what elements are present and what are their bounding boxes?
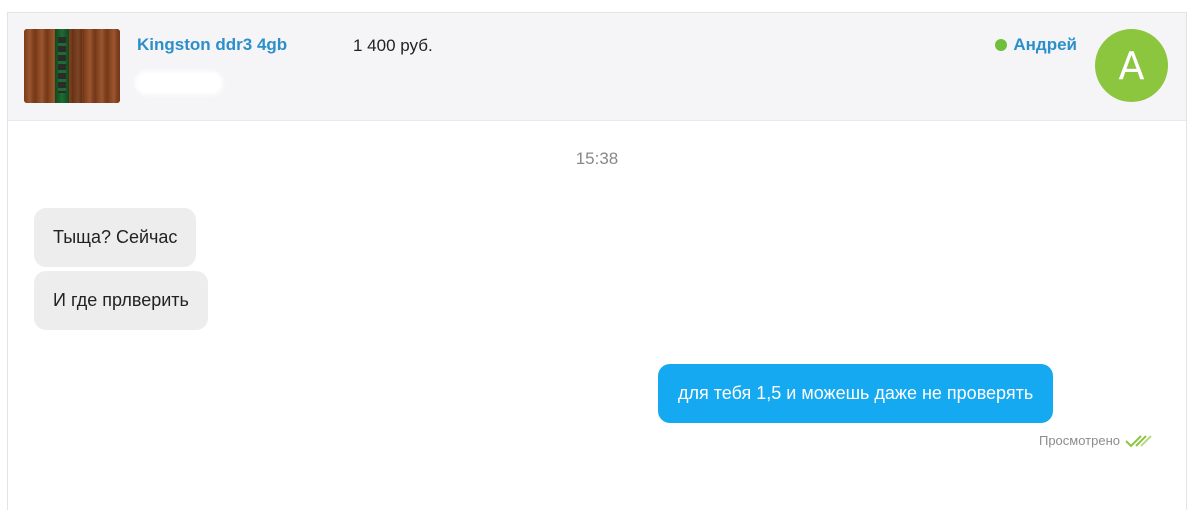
- thumbnail-shadow: [72, 29, 82, 103]
- contact-name: Андрей: [1013, 35, 1077, 54]
- avatar-initial: А: [1118, 43, 1145, 88]
- chat-header: Kingston ddr3 4gb 1 400 руб. Андрей А: [8, 13, 1186, 121]
- message-timestamp: 15:38: [575, 149, 619, 168]
- outgoing-message: для тебя 1,5 и можешь даже не проверять: [658, 364, 1054, 423]
- incoming-message: И где прлверить: [34, 271, 208, 330]
- contact-name-link[interactable]: Андрей: [995, 35, 1077, 55]
- incoming-message: Тыща? Сейчас: [34, 208, 197, 267]
- online-status-icon: [995, 39, 1008, 51]
- read-status: Просмотрено: [1039, 433, 1154, 448]
- ram-module-image: [55, 29, 69, 103]
- redacted-text: [135, 71, 223, 95]
- listing-title-link[interactable]: Kingston ddr3 4gb: [137, 35, 287, 55]
- avatar[interactable]: А: [1095, 29, 1168, 102]
- listing-price: 1 400 руб.: [353, 36, 433, 55]
- chat-window: Kingston ddr3 4gb 1 400 руб. Андрей А 15…: [7, 12, 1187, 510]
- read-status-label: Просмотрено: [1038, 433, 1120, 448]
- listing-thumbnail[interactable]: [24, 29, 120, 103]
- double-check-icon: [1125, 434, 1152, 447]
